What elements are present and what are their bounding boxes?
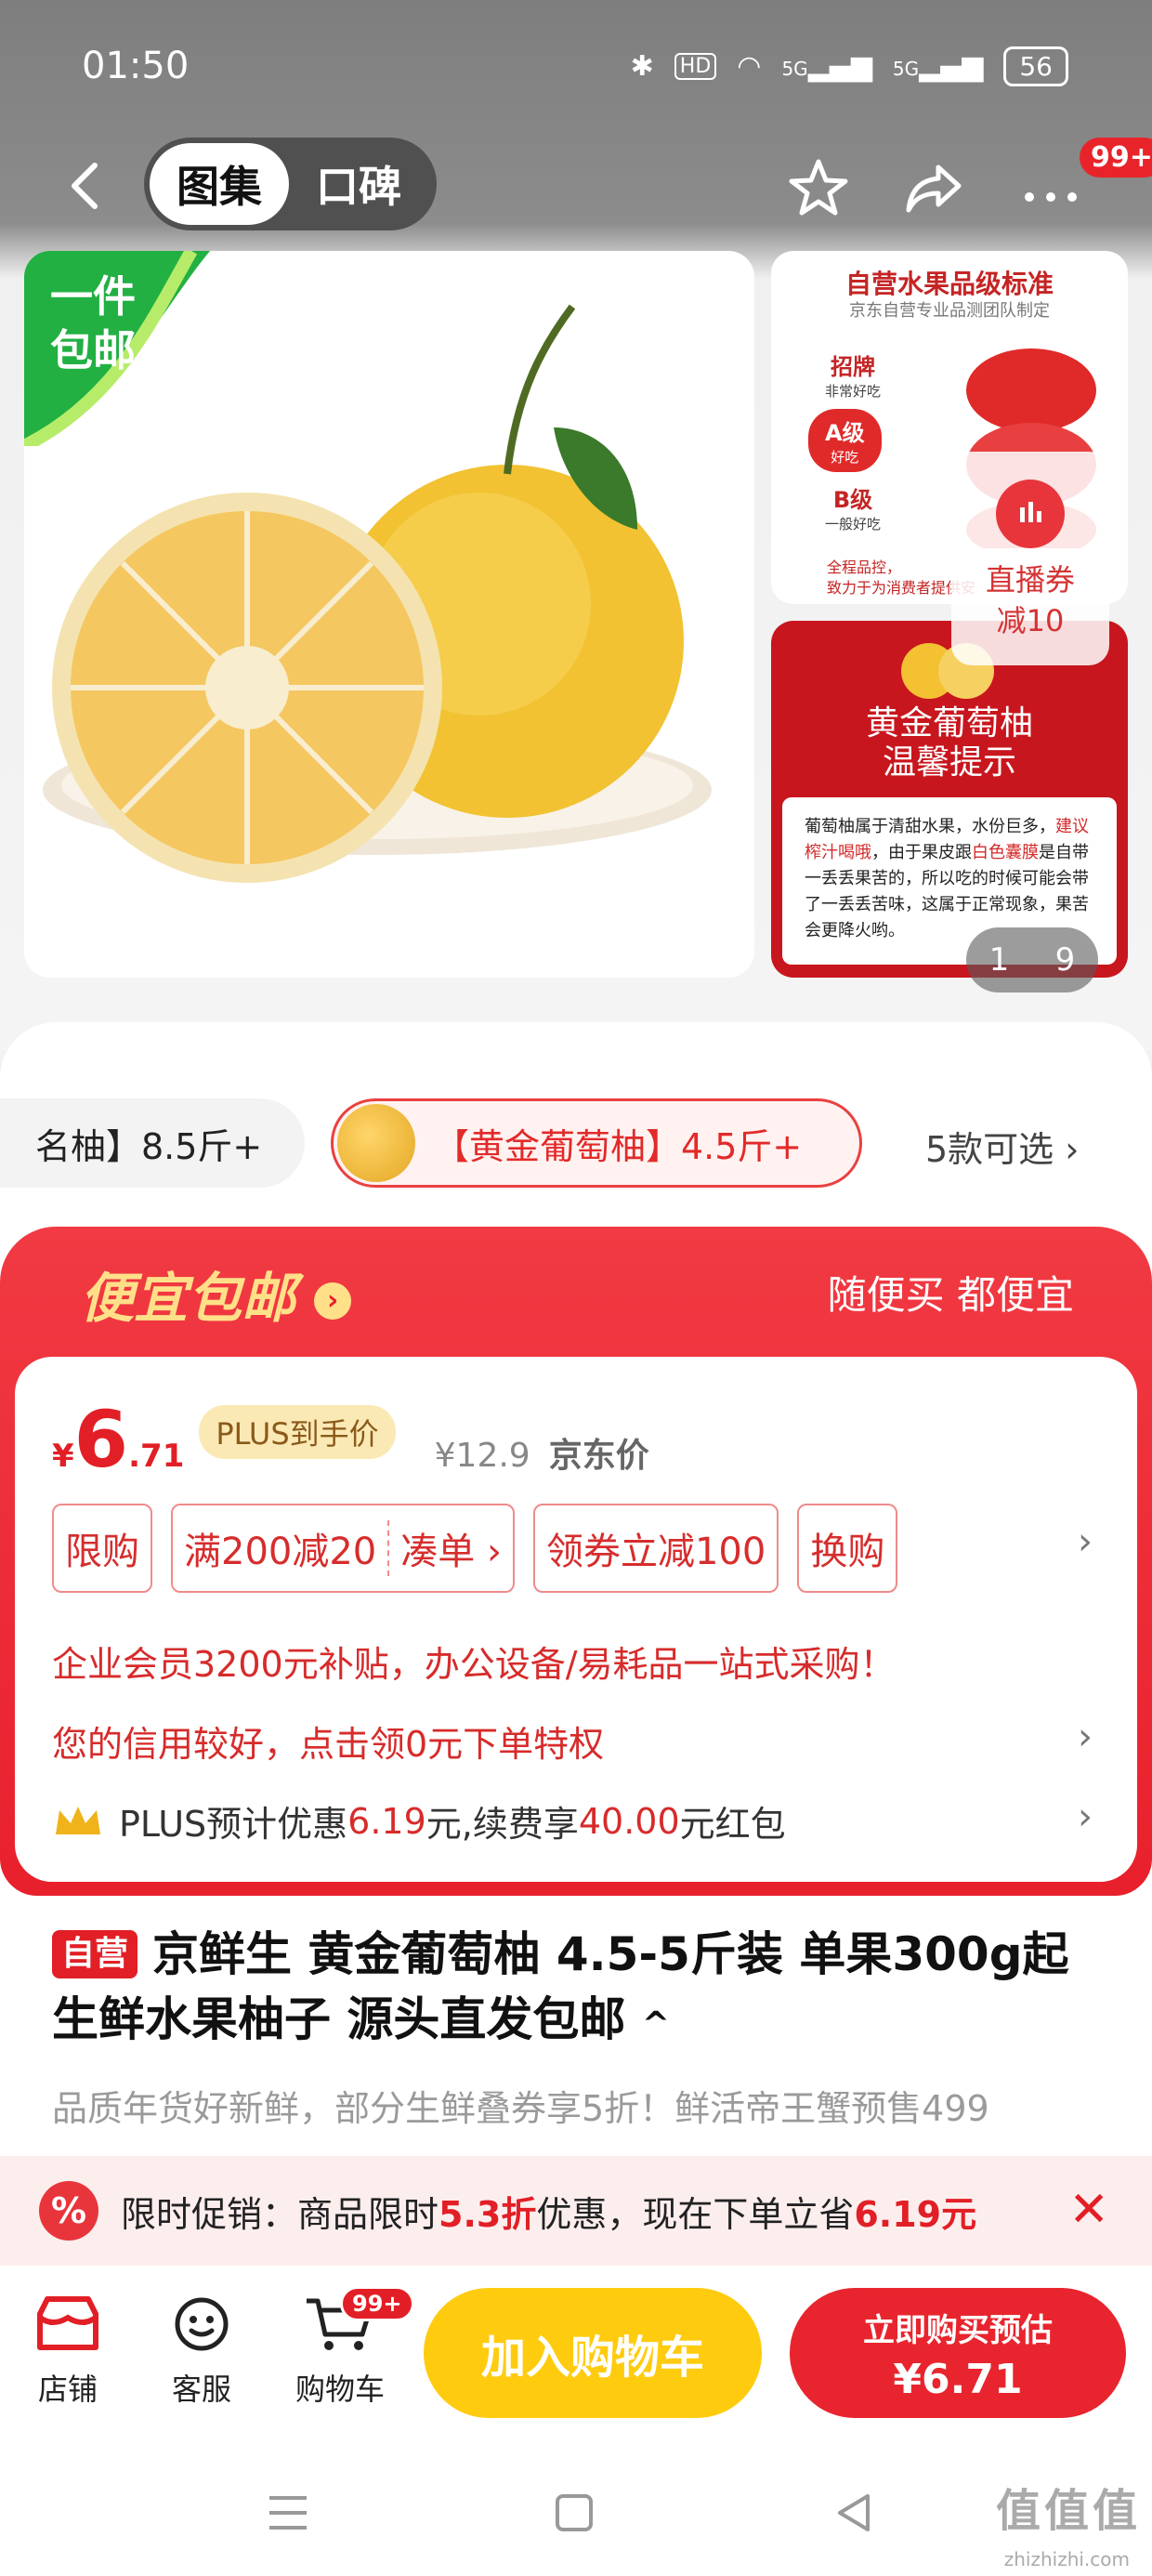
home-icon[interactable] — [546, 2485, 602, 2541]
watermark-url: zhizhizhi.com — [1003, 2548, 1130, 2570]
flash-sale-text: 限时促销：商品限时5.3折优惠，现在下单立省6.19元 — [121, 2193, 977, 2235]
variant-chip-selected[interactable]: 【黄金葡萄柚】4.5斤+ — [331, 1098, 862, 1188]
coupon-exchange[interactable]: 换购 — [797, 1504, 898, 1593]
customer-service-button[interactable]: 客服 — [151, 2295, 253, 2409]
variant-chip-prev[interactable]: 名柚】8.5斤+ — [0, 1098, 305, 1188]
flash-sale-bar[interactable]: % 限时促销：商品限时5.3折优惠，现在下单立省6.19元 ✕ — [0, 2156, 1152, 2266]
thumb-warm-tip[interactable]: 黄金葡萄柚 温馨提示 葡萄柚属于清甜水果，水份巨多，建议榨汁喝哦，由于果皮跟白色… — [771, 621, 1128, 978]
live-coupon-label: 直播券 — [985, 562, 1075, 598]
signal-2-icon: 5G▂▄▆ — [892, 50, 984, 83]
promo-slogan: 随便买 都便宜 — [827, 1272, 1074, 1318]
watermark-logo: 值值值 — [995, 2485, 1141, 2537]
system-nav-bar: 值值值 zhizhizhi.com — [0, 2444, 1152, 2576]
warm-tip-heading: 黄金葡萄柚 温馨提示 — [865, 704, 1033, 782]
promo-title[interactable]: 便宜包邮 › — [80, 1255, 352, 1333]
gallery-topbar: 图集 口碑 99+ — [0, 138, 1152, 240]
signal-1-icon: 5G▂▄▆ — [781, 50, 872, 83]
coupon-claim[interactable]: 领券立减100 — [532, 1504, 779, 1593]
battery-icon: 56 — [1003, 46, 1068, 86]
coupon-limit[interactable]: 限购 — [52, 1504, 152, 1593]
back-arrow-icon[interactable] — [58, 158, 113, 214]
self-operated-badge: 自营 — [52, 1930, 138, 1978]
plus-chevron-icon[interactable]: › — [1078, 1795, 1093, 1838]
more-icon[interactable] — [1018, 156, 1083, 221]
plus-offer[interactable]: PLUS预计优惠 6.19 元,续费享 40.00 元红包 — [52, 1795, 786, 1847]
add-to-cart-button[interactable]: 加入购物车 — [424, 2288, 762, 2418]
wifi-icon: ◠ — [737, 50, 762, 83]
price-value: 6 — [73, 1394, 129, 1485]
service-icon — [175, 2297, 229, 2351]
main-product-image[interactable]: 一件 包邮 — [24, 251, 754, 978]
star-favorite-icon[interactable] — [786, 156, 851, 221]
product-subtitle: 品质年货好新鲜，部分生鲜叠券享5折！鲜活帝王蟹预售499 — [52, 2088, 989, 2129]
grade-item: A级 好吃 — [808, 409, 882, 472]
collapse-toggle[interactable]: ^ — [642, 2005, 670, 2044]
status-icons: ✱ HD ◠ 5G▂▄▆ 5G▂▄▆ 56 — [631, 46, 1068, 86]
gallery-pager: 19 — [966, 927, 1098, 992]
discount-icon: % — [39, 2181, 98, 2241]
live-icon — [996, 480, 1065, 548]
coupon-more-chevron-icon[interactable]: › — [1078, 1520, 1093, 1563]
coupon-full-reduction[interactable]: 满200减20 凑单 › — [171, 1504, 515, 1593]
plus-price-tag: PLUS到手价 — [199, 1405, 396, 1459]
tab-gallery[interactable]: 图集 — [150, 143, 289, 225]
back-icon[interactable] — [827, 2485, 883, 2541]
bottom-action-bar: 店铺 客服 购物车 99+ 加入购物车 立即购买预估 ¥6.71 — [0, 2267, 1152, 2444]
price-panel: ¥ 6 .71 PLUS到手价 ¥12.9 京东价 限购 满200减20 凑单 ›… — [15, 1357, 1137, 1882]
enterprise-offer[interactable]: 企业会员3200元补贴，办公设备/易耗品一站式采购！ — [52, 1636, 896, 1687]
grade-subtitle: 京东自营专业品测团队制定 — [849, 301, 1050, 321]
price-row: ¥ 6 .71 PLUS到手价 ¥12.9 京东价 — [52, 1394, 649, 1485]
variant-more-link[interactable]: 5款可选 › — [925, 1121, 1079, 1172]
bluetooth-icon: ✱ — [630, 50, 654, 83]
buy-now-button[interactable]: 立即购买预估 ¥6.71 — [790, 2288, 1126, 2418]
variant-selector: 名柚】8.5斤+ 【黄金葡萄柚】4.5斤+ 5款可选 › — [0, 1093, 1152, 1195]
promo-banner: 便宜包邮 › 随便买 都便宜 ¥ 6 .71 PLUS到手价 ¥12.9 京东价… — [0, 1227, 1152, 1896]
menu-icon[interactable] — [260, 2485, 316, 2541]
message-badge: 99+ — [1080, 138, 1152, 177]
live-coupon[interactable]: 直播券 减10 — [951, 452, 1109, 665]
cart-badge: 99+ — [340, 2286, 414, 2321]
grade-item: 招牌 非常好吃 — [825, 354, 882, 400]
arrow-circle-icon: › — [314, 1282, 352, 1320]
free-ship-text: 一件 包邮 — [50, 271, 136, 375]
crown-icon — [56, 1806, 100, 1834]
gallery-tabs: 图集 口碑 — [144, 138, 437, 230]
store-button[interactable]: 店铺 — [17, 2295, 119, 2409]
grade-item: B级 一般好吃 — [825, 487, 882, 532]
live-coupon-value: 减10 — [996, 603, 1065, 638]
tab-reviews[interactable]: 口碑 — [289, 143, 428, 225]
free-ship-label: 一件 包邮 — [50, 269, 136, 377]
share-icon[interactable] — [901, 156, 966, 221]
jd-price-label: 京东价 — [548, 1437, 649, 1475]
store-icon — [37, 2296, 98, 2350]
grade-title: 自营水果品级标准 — [844, 269, 1054, 299]
hd-icon: HD — [674, 53, 717, 80]
credit-offer[interactable]: 您的信用较好，点击领0元下单特权 — [52, 1715, 604, 1767]
credit-chevron-icon[interactable]: › — [1078, 1715, 1093, 1758]
variant-thumb-icon — [337, 1104, 415, 1182]
status-time: 01:50 — [82, 45, 190, 87]
original-price: ¥12.9 — [434, 1437, 530, 1475]
product-title: 自营 京鲜生 黄金葡萄柚 4.5-5斤装 单果300g起 生鲜水果柚子 源头直发包… — [52, 1927, 1069, 2046]
status-bar: 01:50 ✱ HD ◠ 5G▂▄▆ 5G▂▄▆ 56 — [0, 0, 1152, 139]
coupon-row: 限购 满200减20 凑单 › 领券立减100 换购 — [52, 1504, 898, 1593]
cart-button[interactable]: 购物车 99+ — [284, 2286, 414, 2409]
close-icon[interactable]: ✕ — [1068, 2182, 1109, 2238]
